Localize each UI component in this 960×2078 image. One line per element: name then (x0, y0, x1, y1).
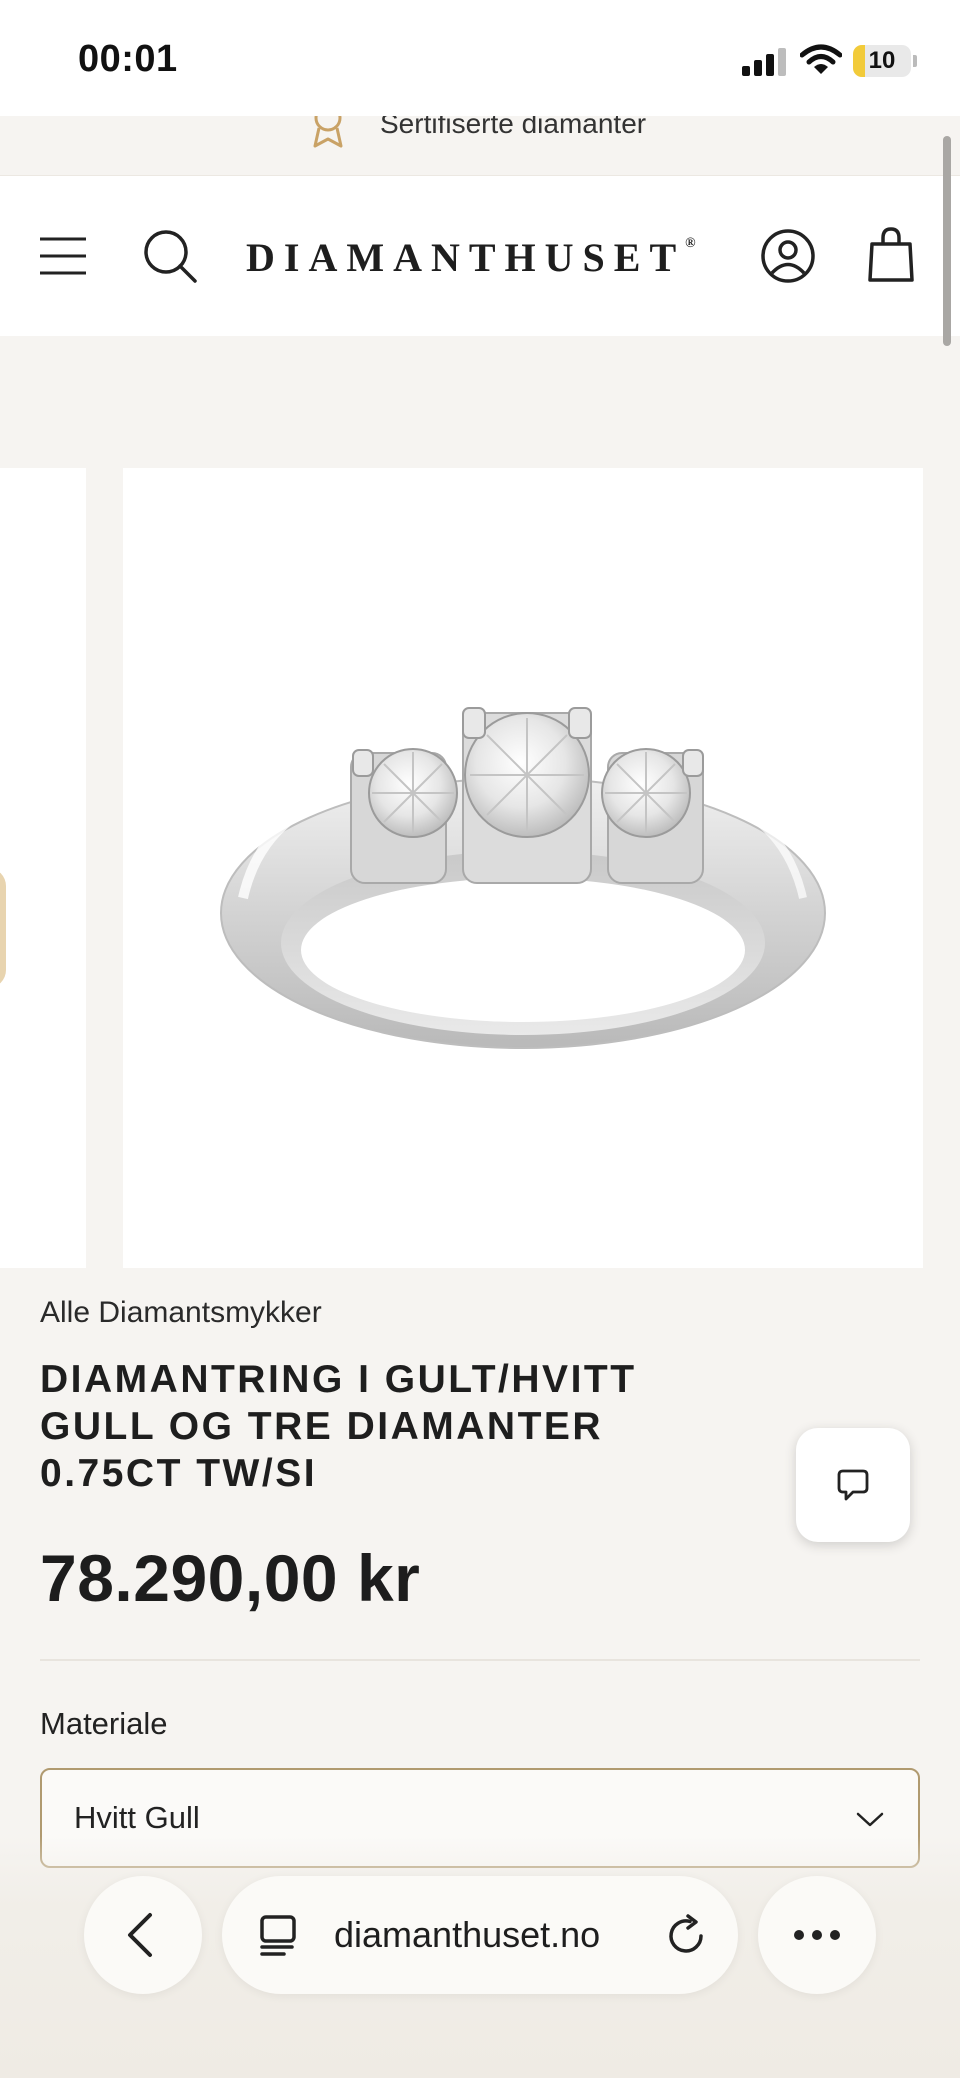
back-chevron-icon (128, 1913, 152, 1957)
wifi-icon (800, 44, 842, 74)
status-time: 00:01 (78, 38, 178, 80)
search-icon[interactable] (142, 228, 198, 284)
menu-icon[interactable] (38, 236, 88, 276)
browser-more-button[interactable] (758, 1876, 876, 1994)
product-price: 78.290,00 kr (40, 1541, 421, 1615)
product-image[interactable] (123, 468, 923, 1268)
award-ribbon-icon (313, 116, 343, 148)
diamond-ring-image (220, 707, 826, 1049)
account-icon[interactable] (760, 228, 816, 284)
browser-address-bar[interactable]: diamanthuset.no (222, 1876, 738, 1994)
browser-back-button[interactable] (84, 1876, 202, 1994)
logo-text: DIAMANTHUSET (246, 235, 686, 280)
battery-tip (913, 55, 917, 67)
divider (40, 1659, 920, 1661)
site-logo[interactable]: DIAMANTHUSET® (246, 234, 696, 281)
previous-slide[interactable] (0, 468, 86, 1268)
battery-percentage: 10 (868, 47, 896, 74)
shopping-bag-icon[interactable] (866, 226, 916, 284)
logo-registered-mark: ® (685, 236, 696, 251)
reload-icon[interactable] (666, 1914, 708, 1958)
breadcrumb[interactable]: Alle Diamantsmykker (40, 1296, 322, 1330)
chat-button[interactable] (796, 1428, 910, 1542)
battery-icon: 10 (853, 45, 911, 77)
page-scroll-indicator[interactable] (943, 136, 951, 346)
chevron-down-icon (856, 1812, 884, 1827)
announcement-text: Sertifiserte diamanter (380, 116, 647, 139)
browser-url-text[interactable]: diamanthuset.no (334, 1914, 600, 1956)
more-dots-icon (794, 1930, 840, 1940)
status-bar: 00:01 10 (0, 0, 960, 116)
material-label: Materiale (40, 1706, 168, 1741)
material-selected-value: Hvitt Gull (74, 1800, 200, 1835)
cellular-signal-icon (742, 48, 788, 76)
page-menu-icon (260, 1915, 296, 1956)
previous-slide-preview (0, 868, 6, 988)
announcement-bar: Sertifiserte diamanter (0, 116, 960, 176)
product-title: DIAMANTRING I GULT/HVITT GULL OG TRE DIA… (40, 1358, 637, 1495)
chat-bubble-icon (837, 1469, 869, 1501)
